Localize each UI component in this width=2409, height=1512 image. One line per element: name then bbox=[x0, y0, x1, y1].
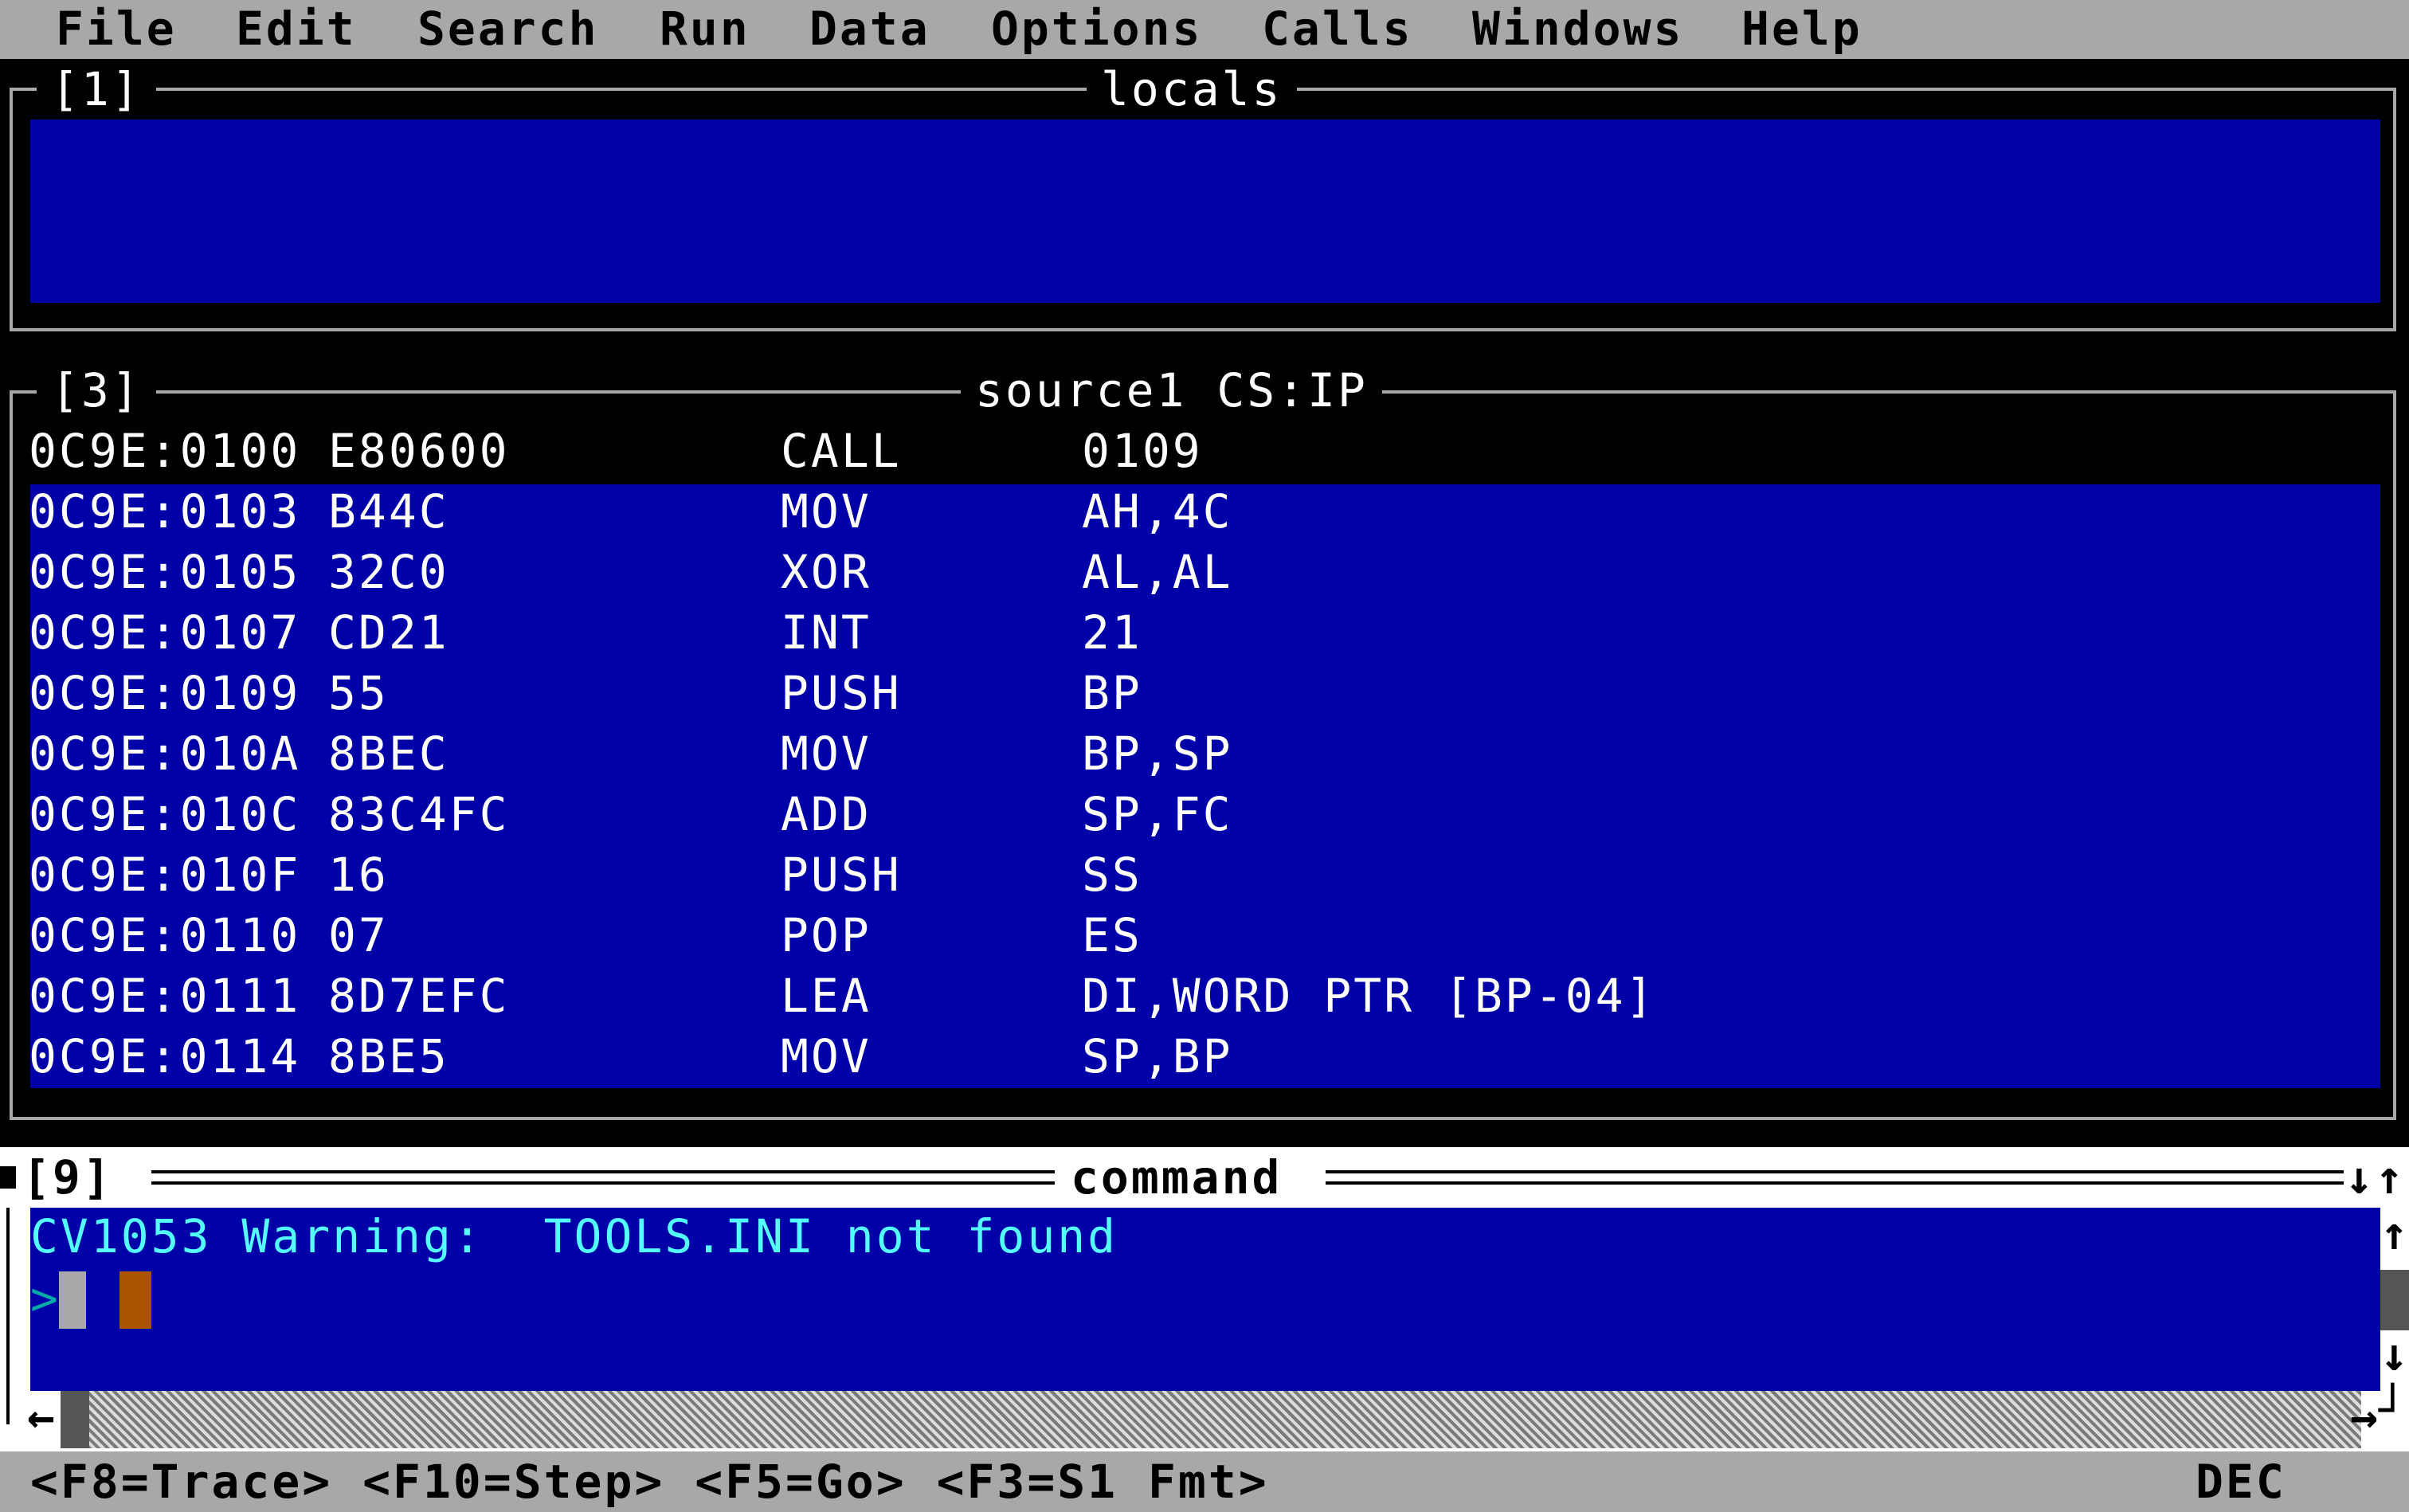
menu-help[interactable]: Help bbox=[1741, 0, 1863, 59]
scroll-up-icon[interactable]: ↑ bbox=[2380, 1203, 2409, 1263]
code-row[interactable]: 0C9E:0110 07 POP ES bbox=[29, 905, 2379, 966]
row-operands: AL,AL bbox=[1082, 545, 1233, 599]
row-address: 0C9E:0110 bbox=[29, 908, 301, 962]
row-bytes: 8D7EFC bbox=[328, 969, 510, 1023]
row-address: 0C9E:0103 bbox=[29, 484, 301, 539]
horizontal-scrollbar[interactable] bbox=[61, 1391, 2361, 1448]
row-bytes: 55 bbox=[328, 666, 389, 720]
row-address: 0C9E:0109 bbox=[29, 666, 301, 720]
menu-bar: File Edit Search Run Data Options Calls … bbox=[0, 0, 2409, 59]
row-mnemonic: MOV bbox=[781, 1029, 872, 1083]
status-bar: <F8=Trace> <F10=Step> <F5=Go> <F3=S1 Fmt… bbox=[0, 1451, 2409, 1512]
current-instruction-row[interactable]: 0C9E:0100 E80600 CALL 0109 bbox=[29, 421, 2379, 481]
row-bytes: 32C0 bbox=[328, 545, 449, 599]
locals-content[interactable] bbox=[30, 119, 2380, 303]
horizontal-scroll-thumb[interactable] bbox=[61, 1391, 89, 1448]
row-operands: SP,BP bbox=[1082, 1029, 1233, 1083]
resize-corner-icon[interactable]: ┘ bbox=[2379, 1380, 2409, 1440]
command-left-border bbox=[6, 1208, 10, 1424]
row-address: 0C9E:010A bbox=[29, 727, 301, 781]
code-row[interactable]: 0C9E:010F 16 PUSH SS bbox=[29, 844, 2379, 905]
window-close-icon[interactable] bbox=[0, 1166, 16, 1189]
scroll-right-icon[interactable]: → bbox=[2350, 1386, 2380, 1447]
selection-highlight bbox=[119, 1271, 151, 1329]
menu-options[interactable]: Options bbox=[991, 0, 1202, 59]
row-mnemonic: PUSH bbox=[781, 848, 902, 902]
row-address: 0C9E:0111 bbox=[29, 969, 301, 1023]
row-bytes: 07 bbox=[328, 908, 389, 962]
function-key-hints[interactable]: <F8=Trace> <F10=Step> <F5=Go> <F3=S1 Fmt… bbox=[30, 1451, 1269, 1512]
menu-data[interactable]: Data bbox=[809, 0, 930, 59]
source-window-title[interactable]: source1 CS:IP bbox=[961, 360, 1382, 421]
row-address: 0C9E:0100 bbox=[29, 424, 301, 478]
locals-window-number: [1] bbox=[37, 59, 156, 119]
maximize-arrows-icon[interactable]: ↓↑ bbox=[2345, 1147, 2406, 1208]
row-address: 0C9E:0114 bbox=[29, 1029, 301, 1083]
row-mnemonic: MOV bbox=[781, 727, 872, 781]
vertical-scroll-thumb[interactable] bbox=[2380, 1270, 2409, 1330]
row-bytes: 8BEC bbox=[328, 727, 449, 781]
locals-window-title[interactable]: locals bbox=[1087, 59, 1297, 119]
row-mnemonic: LEA bbox=[781, 969, 872, 1023]
menu-edit[interactable]: Edit bbox=[236, 0, 357, 59]
row-operands: BP,SP bbox=[1082, 727, 1233, 781]
row-address: 0C9E:0107 bbox=[29, 605, 301, 660]
row-operands: BP bbox=[1082, 666, 1142, 720]
row-operands: DI,WORD PTR [BP-04] bbox=[1082, 969, 1656, 1023]
row-bytes: E80600 bbox=[328, 424, 510, 478]
row-mnemonic: INT bbox=[781, 605, 872, 660]
code-row[interactable]: 0C9E:0105 32C0 XOR AL,AL bbox=[29, 542, 2379, 602]
source-window-number: [3] bbox=[37, 360, 156, 421]
row-mnemonic: XOR bbox=[781, 545, 872, 599]
row-bytes: 8BE5 bbox=[328, 1029, 449, 1083]
command-window-number: [9] bbox=[22, 1150, 113, 1205]
row-bytes: 16 bbox=[328, 848, 389, 902]
row-operands: SP,FC bbox=[1082, 787, 1233, 841]
row-operands: AH,4C bbox=[1082, 484, 1233, 539]
scroll-left-icon[interactable]: ← bbox=[27, 1386, 57, 1447]
row-mnemonic: PUSH bbox=[781, 666, 902, 720]
command-window-title[interactable]: command bbox=[1071, 1147, 1282, 1208]
radix-indicator: DEC bbox=[2196, 1455, 2286, 1509]
command-warning-message: CV1053 Warning: TOOLS.INI not found bbox=[30, 1209, 1118, 1263]
row-mnemonic: CALL bbox=[781, 424, 902, 478]
menu-file[interactable]: File bbox=[56, 0, 177, 59]
command-title-rule-left bbox=[151, 1170, 1055, 1185]
code-row[interactable]: 0C9E:010C 83C4FC ADD SP,FC bbox=[29, 784, 2379, 844]
row-address: 0C9E:010F bbox=[29, 848, 301, 902]
code-row[interactable]: 0C9E:0111 8D7EFC LEA DI,WORD PTR [BP-04] bbox=[29, 966, 2379, 1026]
row-mnemonic: MOV bbox=[781, 484, 872, 539]
row-operands: SS bbox=[1082, 848, 1142, 902]
menu-run[interactable]: Run bbox=[660, 0, 750, 59]
menu-calls[interactable]: Calls bbox=[1262, 0, 1413, 59]
command-prompt: > bbox=[30, 1271, 61, 1326]
row-operands: ES bbox=[1082, 908, 1142, 962]
row-address: 0C9E:0105 bbox=[29, 545, 301, 599]
row-bytes: 83C4FC bbox=[328, 787, 510, 841]
row-bytes: B44C bbox=[328, 484, 449, 539]
text-cursor bbox=[59, 1271, 86, 1329]
command-title-rule-right bbox=[1326, 1170, 2344, 1185]
code-row[interactable]: 0C9E:010A 8BEC MOV BP,SP bbox=[29, 723, 2379, 784]
row-address: 0C9E:010C bbox=[29, 787, 301, 841]
row-operands: 21 bbox=[1082, 605, 1142, 660]
code-row[interactable]: 0C9E:0114 8BE5 MOV SP,BP bbox=[29, 1026, 2379, 1087]
code-row[interactable]: 0C9E:0107 CD21 INT 21 bbox=[29, 602, 2379, 663]
row-operands: 0109 bbox=[1082, 424, 1203, 478]
row-mnemonic: ADD bbox=[781, 787, 872, 841]
code-row[interactable]: 0C9E:0103 B44C MOV AH,4C bbox=[29, 481, 2379, 542]
menu-windows[interactable]: Windows bbox=[1472, 0, 1683, 59]
row-mnemonic: POP bbox=[781, 908, 872, 962]
row-bytes: CD21 bbox=[328, 605, 449, 660]
scroll-down-icon[interactable]: ↓ bbox=[2380, 1324, 2409, 1385]
menu-search[interactable]: Search bbox=[417, 0, 599, 59]
code-row[interactable]: 0C9E:0109 55 PUSH BP bbox=[29, 663, 2379, 723]
